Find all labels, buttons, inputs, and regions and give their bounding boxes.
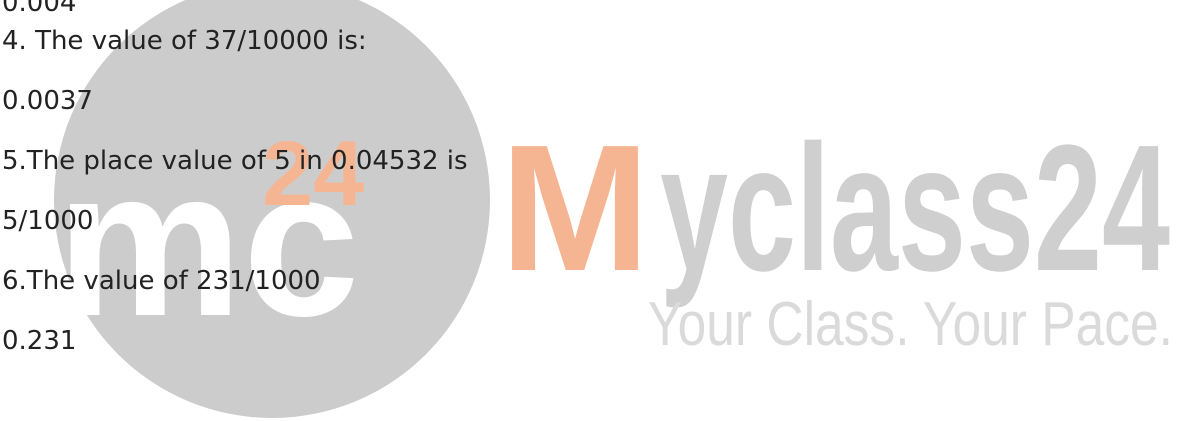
answer-line-6: 0.231 bbox=[2, 326, 77, 356]
answer-line-4: 0.0037 bbox=[2, 86, 93, 116]
answer-line-3: 0.004 bbox=[2, 0, 77, 18]
solution-text: 0.004 4. The value of 37/10000 is: 0.003… bbox=[0, 0, 1179, 421]
question-line-6: 6.The value of 231/1000 bbox=[2, 266, 321, 296]
answer-line-5: 5/1000 bbox=[2, 206, 94, 236]
question-line-5: 5.The place value of 5 in 0.04532 is bbox=[2, 146, 468, 176]
question-line-4: 4. The value of 37/10000 is: bbox=[2, 26, 367, 56]
document-page: mc 24 M yclass24 Your Class. Your Pace. … bbox=[0, 0, 1179, 421]
